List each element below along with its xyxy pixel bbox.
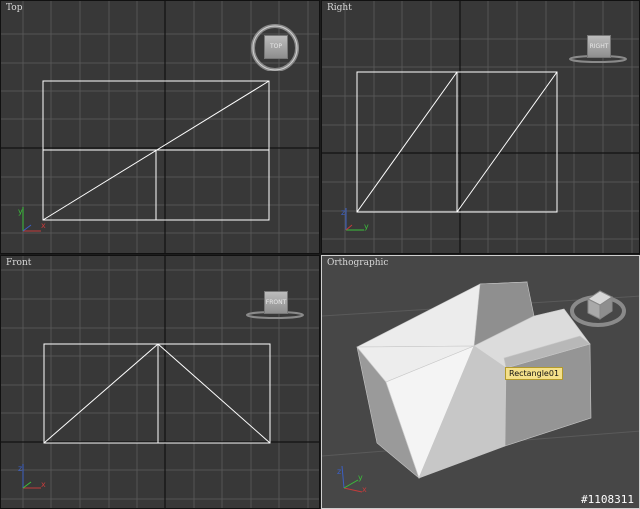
viewcube-icon[interactable]: TOP bbox=[249, 21, 299, 71]
wireframe-top bbox=[42, 80, 270, 221]
svg-text:z: z bbox=[341, 208, 345, 217]
axis-tripod-icon: z x y bbox=[337, 465, 367, 494]
svg-text:y: y bbox=[364, 222, 369, 231]
wireframe-right bbox=[356, 71, 558, 213]
viewport-orthographic[interactable]: z x y Orthographic Rectangle01 bbox=[321, 255, 640, 509]
wireframe-front bbox=[43, 343, 271, 444]
viewport-label[interactable]: Orthographic bbox=[327, 258, 388, 268]
svg-text:x: x bbox=[41, 480, 46, 489]
svg-text:x: x bbox=[41, 221, 46, 230]
svg-text:z: z bbox=[337, 467, 341, 476]
viewport-label[interactable]: Top bbox=[6, 3, 22, 13]
viewport-top[interactable]: y x Top TOP bbox=[0, 0, 320, 254]
viewport-label[interactable]: Right bbox=[327, 3, 352, 13]
svg-text:y: y bbox=[358, 473, 363, 482]
watermark: #1108311 bbox=[581, 493, 634, 506]
axis-tripod-icon: y x bbox=[18, 207, 46, 232]
viewport-right[interactable]: z y Right RIGHT bbox=[321, 0, 640, 254]
viewport-front[interactable]: z x Front FRONT bbox=[0, 255, 320, 509]
selection-tooltip: Rectangle01 bbox=[505, 367, 564, 380]
viewcube-icon[interactable]: RIGHT bbox=[568, 33, 628, 65]
viewport-label[interactable]: Front bbox=[6, 258, 31, 268]
svg-text:z: z bbox=[18, 464, 22, 473]
svg-text:x: x bbox=[362, 485, 367, 494]
viewcube-icon[interactable] bbox=[570, 281, 626, 331]
axis-tripod-icon: z x bbox=[18, 464, 46, 489]
viewcube-icon[interactable]: FRONT bbox=[245, 289, 305, 321]
svg-text:y: y bbox=[18, 207, 23, 216]
